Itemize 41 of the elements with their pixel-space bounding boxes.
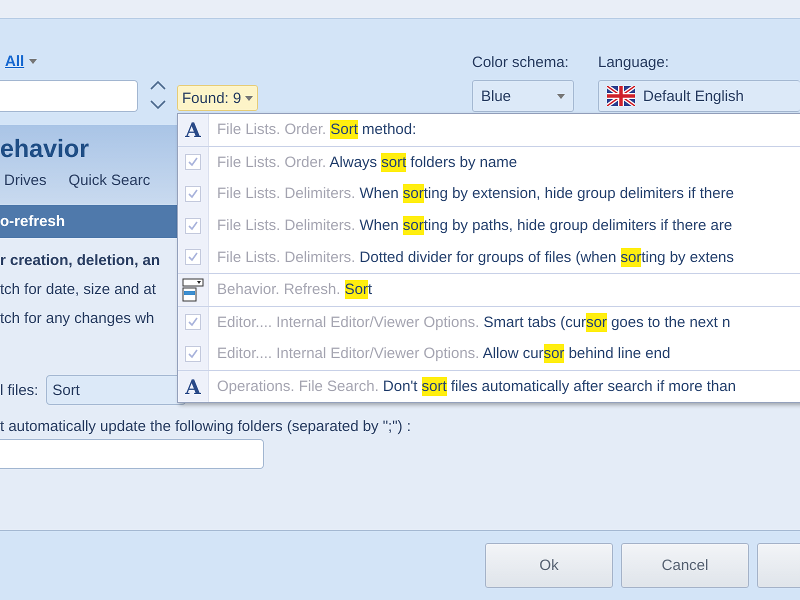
sort-dropdown[interactable]: Sort [46, 375, 186, 405]
caret-icon [557, 94, 565, 98]
dialog-button[interactable] [757, 543, 800, 588]
language-dropdown[interactable]: Default English [598, 80, 800, 112]
caret-icon[interactable] [29, 59, 38, 64]
search-field[interactable] [0, 80, 138, 112]
checkbox[interactable] [185, 186, 201, 202]
search-result[interactable]: File Lists. Order. Sort method: [209, 121, 416, 138]
font-icon: A [185, 118, 201, 142]
up-down-arrows-icon[interactable] [148, 78, 168, 112]
found-button[interactable]: Found: 9 [177, 85, 258, 111]
option-text: tch for any changes wh [0, 310, 154, 327]
tab[interactable]: Drives [4, 172, 47, 189]
font-icon: A [185, 374, 201, 399]
page-title: ehavior [0, 135, 89, 164]
search-result[interactable]: File Lists. Delimiters. When sorting by extension, hide group delimiters if there [209, 185, 734, 202]
tab[interactable]: Quick Searc [68, 172, 150, 189]
folders-field[interactable] [0, 439, 264, 469]
sort-label: l files: [0, 382, 38, 398]
checkbox[interactable] [185, 314, 201, 330]
section-header: o-refresh [0, 205, 177, 238]
filter-link[interactable]: All [0, 53, 24, 70]
caret-icon [245, 96, 254, 102]
flag-icon [607, 86, 635, 106]
search-result[interactable]: Behavior. Refresh. Sort [209, 281, 372, 298]
dialog-button[interactable]: Ok [485, 543, 613, 588]
checkbox[interactable] [185, 154, 201, 170]
option-text: tch for date, size and at [0, 281, 156, 298]
checkbox[interactable] [185, 249, 201, 266]
language-label: Language: [598, 54, 670, 71]
search-result[interactable]: Editor.... Internal Editor/Viewer Options. Smart tabs (cursor goes to the next n [209, 314, 730, 331]
search-result[interactable]: Operations. File Search. Don't sort files automatically after search if more than [209, 378, 736, 396]
dialog-button[interactable]: Cancel [621, 543, 749, 588]
color-schema-label: Color schema: [472, 54, 570, 71]
checkbox[interactable] [185, 346, 201, 362]
search-result[interactable]: File Lists. Delimiters. When sorting by paths, hide group delimiters if there are [209, 217, 732, 234]
color-schema-dropdown[interactable]: Blue [472, 80, 574, 112]
checkbox[interactable] [185, 218, 201, 234]
option-text: r creation, deletion, an [0, 252, 160, 269]
folders-label: t automatically update the following folders (separated by ";") : [0, 418, 411, 435]
combo-box-icon [182, 278, 204, 302]
